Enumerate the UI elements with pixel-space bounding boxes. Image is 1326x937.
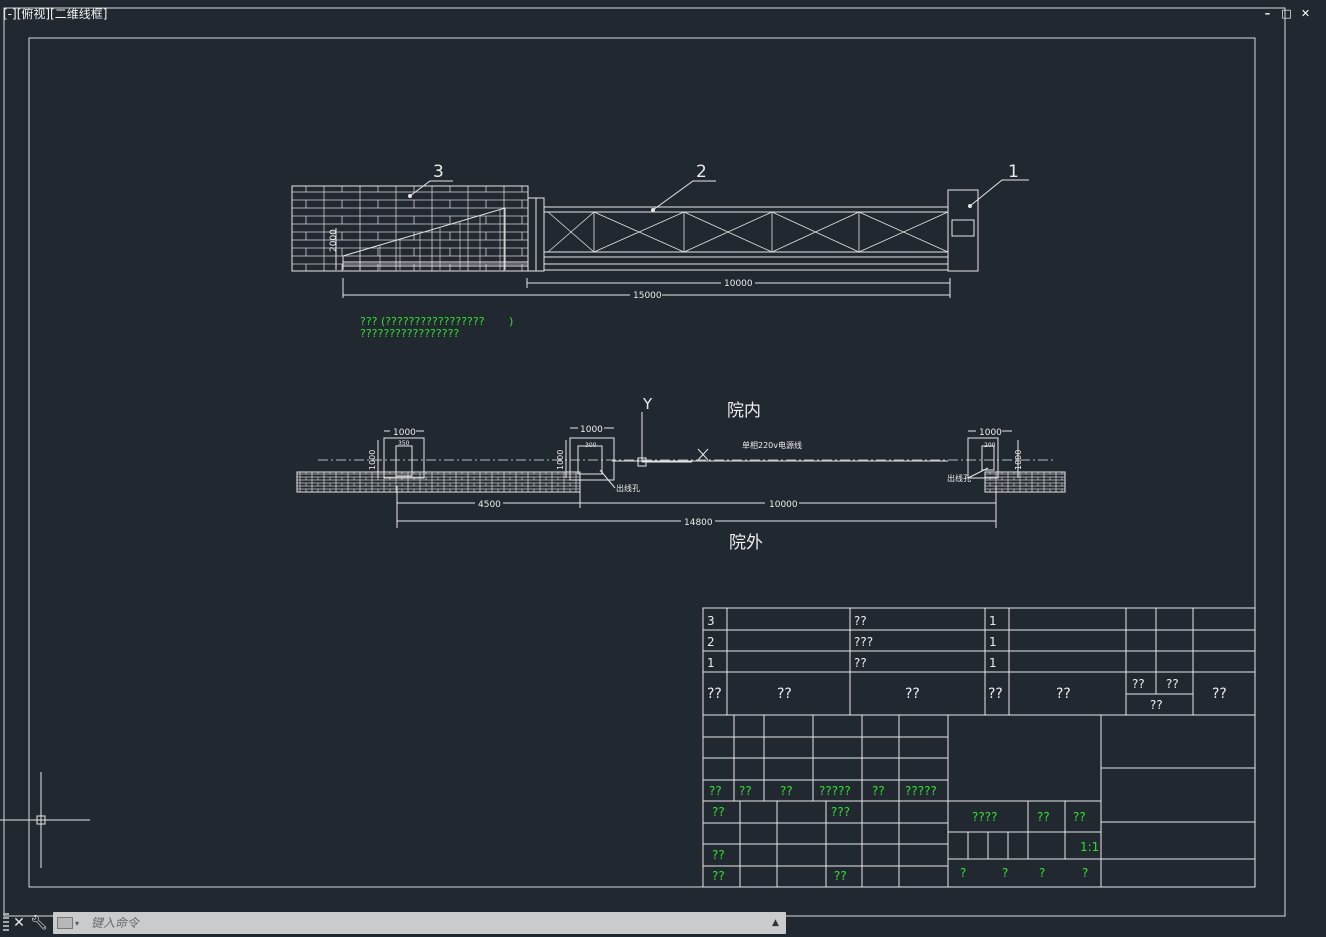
wall-block bbox=[291, 185, 529, 272]
command-field: ▾ ▲ bbox=[53, 912, 786, 934]
callout-2: 2 bbox=[696, 162, 707, 182]
rev-sign: ?? bbox=[872, 784, 885, 798]
title-block-grid bbox=[702, 607, 1256, 888]
header-qty: ?? bbox=[988, 686, 1003, 702]
ucs-x-label: X bbox=[712, 457, 713, 459]
dim-w1000-left: 1000 bbox=[393, 428, 416, 438]
weight-label: ?? bbox=[1037, 810, 1050, 824]
rev-date: ????? bbox=[905, 784, 937, 798]
command-input[interactable] bbox=[83, 912, 772, 934]
part-name-1: ?? bbox=[854, 656, 867, 670]
dim-4500: 4500 bbox=[478, 500, 501, 510]
part-qty-3: 1 bbox=[989, 614, 997, 628]
green-note: ??? (????????????????? ) ???????????????… bbox=[360, 315, 513, 340]
drawing-canvas[interactable]: 3 2 1 2000 10000 15000 ??? (????????????… bbox=[0, 0, 1326, 937]
rev-count: ?? bbox=[739, 784, 752, 798]
header-weight-a: ?? bbox=[1132, 677, 1145, 691]
sign-design-std: ??? bbox=[831, 805, 850, 819]
part-name-2: ??? bbox=[854, 635, 873, 649]
header-weight-b: ?? bbox=[1166, 677, 1179, 691]
wrench-icon[interactable]: 🔧︎ bbox=[29, 913, 49, 933]
dim-10000-plan: 10000 bbox=[769, 500, 798, 510]
part-name-3: ?? bbox=[854, 614, 867, 628]
history-up-icon[interactable]: ▲ bbox=[772, 918, 786, 928]
header-weight-c: ?? bbox=[1150, 698, 1163, 712]
command-line: ✕ 🔧︎ ▾ ▲ bbox=[0, 910, 786, 936]
callout-3: 3 bbox=[433, 162, 444, 182]
part-no-3: 3 bbox=[707, 614, 715, 628]
label-yard-inside: 院内 bbox=[727, 401, 761, 421]
header-name: ?? bbox=[905, 686, 920, 702]
rev-zone: ?? bbox=[780, 784, 793, 798]
gate-x-bracing bbox=[547, 211, 949, 253]
part-no-1: 1 bbox=[707, 656, 715, 670]
dim-h1000-center: 1000 bbox=[556, 450, 565, 470]
note-line-2: ????????????????? bbox=[360, 327, 459, 340]
rev-mark: ?? bbox=[709, 784, 722, 798]
brick-strip-left bbox=[296, 471, 581, 493]
callout-1: 1 bbox=[1008, 162, 1019, 182]
label-yard-outside: 院外 bbox=[729, 533, 763, 553]
dim-14800: 14800 bbox=[684, 518, 713, 528]
crosshair-cursor bbox=[0, 772, 90, 868]
brick-strip-right bbox=[984, 471, 1066, 493]
note-line-1b: ) bbox=[509, 315, 513, 328]
dim-h1000-right: 1000 bbox=[1014, 450, 1023, 470]
header-no: ?? bbox=[707, 686, 722, 702]
sign-process: ?? bbox=[712, 869, 725, 883]
dim-w1000-center: 1000 bbox=[580, 425, 603, 435]
header-material: ?? bbox=[1056, 686, 1071, 702]
header-remark: ?? bbox=[1212, 686, 1227, 702]
ucs-y-label: Y bbox=[642, 395, 653, 413]
dim-small-a: 350 bbox=[398, 440, 410, 447]
hole-label-left: 出线孔 bbox=[616, 483, 640, 493]
dim-10000: 10000 bbox=[724, 279, 753, 289]
dim-15000: 15000 bbox=[633, 291, 662, 301]
command-prompt-icon[interactable]: ▾ bbox=[57, 916, 83, 930]
part-qty-2: 1 bbox=[989, 635, 997, 649]
gate-panel bbox=[543, 206, 949, 258]
sign-design-label: ?? bbox=[712, 805, 725, 819]
part-qty-1: 1 bbox=[989, 656, 997, 670]
sheet-c: ? bbox=[1039, 866, 1045, 880]
close-command-icon[interactable]: ✕ bbox=[9, 913, 29, 933]
title-block-text: 3 ?? 1 2 ??? 1 1 ?? 1 ?? ?? ?? ?? ?? ?? … bbox=[707, 614, 1227, 883]
sheet-a: ? bbox=[960, 866, 966, 880]
scale-label: ?? bbox=[1073, 810, 1086, 824]
scale-value: 1:1 bbox=[1080, 840, 1099, 854]
stage-label: ???? bbox=[972, 810, 997, 824]
dim-small-c: 200 bbox=[984, 442, 996, 449]
header-code: ?? bbox=[777, 686, 792, 702]
dim-h1000-left: 1000 bbox=[368, 450, 377, 470]
sheet-d: ? bbox=[1082, 866, 1088, 880]
cable-label: 单相220v电源线 bbox=[742, 440, 802, 450]
rev-doc: ????? bbox=[819, 784, 851, 798]
dim-w1000-right: 1000 bbox=[979, 428, 1002, 438]
sign-review: ?? bbox=[712, 848, 725, 862]
sheet-b: ? bbox=[1002, 866, 1008, 880]
sign-approve: ?? bbox=[834, 869, 847, 883]
part-no-2: 2 bbox=[707, 635, 715, 649]
dim-height: 2000 bbox=[329, 229, 339, 252]
gate-elevation bbox=[291, 179, 1029, 298]
dim-small-b: 300 bbox=[585, 442, 597, 449]
hole-label-right: 出线孔 bbox=[947, 473, 971, 483]
